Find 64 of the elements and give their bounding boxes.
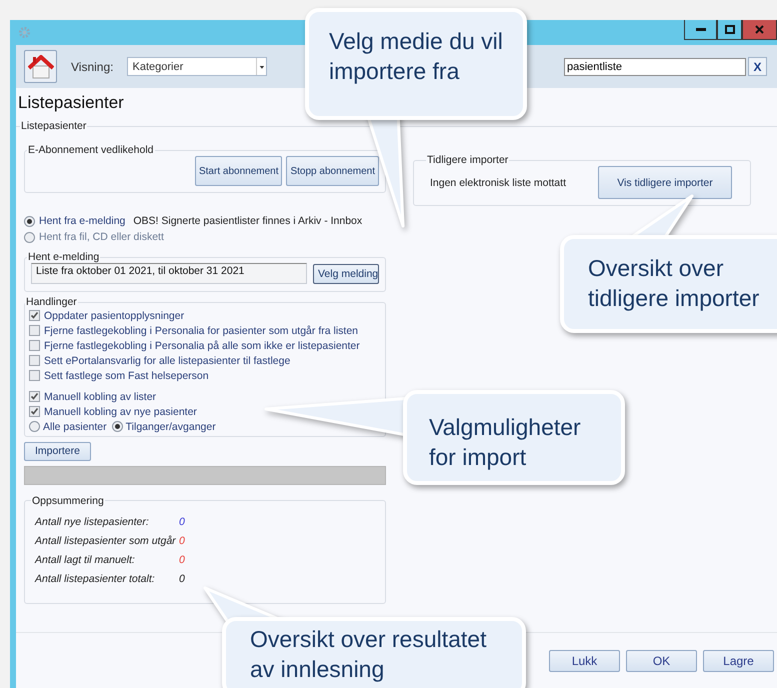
previous-imports-button[interactable]: Vis tidligere importer (598, 166, 732, 199)
checkbox-label[interactable]: Sett fastlege som Fast helseperson (44, 370, 209, 382)
callout-text: Oversikt over resultatet av innlesning (250, 626, 486, 682)
choose-message-button[interactable]: Velg melding (313, 264, 379, 284)
callout-text: Oversikt over tidligere importer (588, 255, 760, 311)
radio-button[interactable] (29, 421, 40, 432)
home-button[interactable] (24, 50, 57, 83)
radio-label[interactable]: Alle pasienter (43, 420, 107, 432)
group-title: Listepasienter (20, 120, 88, 132)
checkbox[interactable] (29, 310, 40, 321)
checkbox[interactable] (29, 391, 40, 402)
dialog-button[interactable]: Lukk (549, 650, 620, 672)
checkbox[interactable] (29, 370, 40, 381)
message-field[interactable]: Liste fra oktober 01 2021, til oktober 31 2021 (31, 263, 307, 284)
group-title: Tidligere importer (426, 154, 510, 166)
close-button[interactable] (742, 20, 777, 40)
gear-icon (18, 26, 31, 39)
summary-label: Antall listepasienter som utgår (35, 535, 175, 547)
group-title: Oppsummering (31, 494, 105, 506)
minimize-icon (696, 28, 706, 31)
checkbox-label[interactable]: Sett ePortalansvarlig for alle listepasienter til fastlege (44, 354, 290, 366)
clear-search-button[interactable]: X (748, 57, 767, 76)
dropdown-caret-icon[interactable] (256, 58, 266, 75)
search-field[interactable]: pasientliste (564, 58, 746, 76)
import-button[interactable]: Importere (24, 442, 91, 460)
summary-label: Antall nye listepasienter: (35, 516, 150, 528)
group-title: E-Abonnement vedlikehold (27, 144, 154, 156)
maximize-icon (724, 25, 734, 34)
group-title: Handlinger (25, 296, 78, 308)
close-icon (755, 25, 764, 34)
callout-text: Valgmuligheter for import (429, 414, 581, 470)
radio-button[interactable] (24, 216, 35, 226)
summary-label: Antall listepasienter totalt: (35, 573, 156, 585)
subscription-button[interactable]: Stopp abonnement (286, 156, 379, 186)
view-dropdown[interactable]: Kategorier (127, 57, 268, 76)
radio-label[interactable]: Hent fra e-melding (39, 215, 126, 227)
checkbox-label[interactable]: Oppdater pasientopplysninger (44, 310, 184, 322)
summary-label: Antall lagt til manuelt: (35, 554, 136, 566)
maximize-button[interactable] (717, 20, 742, 40)
minimize-button[interactable] (684, 20, 717, 40)
page-heading: Listepasienter (17, 92, 125, 114)
checkbox-label[interactable]: Manuell kobling av lister (44, 390, 156, 402)
radio-button[interactable] (112, 421, 123, 432)
summary-value: 0 (179, 535, 185, 547)
group-title: Hent e-melding (27, 251, 100, 263)
subscription-button[interactable]: Start abonnement (194, 156, 282, 186)
callout-text: Velg medie du vil importere fra (329, 28, 503, 84)
checkbox-label[interactable]: Fjerne fastlegekobling i Personalia på alle som ikke er listepasienter (44, 340, 360, 352)
dialog-button[interactable]: Lagre (703, 650, 774, 672)
checkbox[interactable] (29, 340, 40, 351)
dialog-button[interactable]: OK (626, 650, 697, 672)
summary-value: 0 (179, 516, 185, 528)
notice-text: OBS! Signerte pasientlister finnes i Arkiv - Innbox (133, 215, 362, 227)
radio-label[interactable]: Tilganger/avganger (126, 420, 216, 432)
status-text: Ingen elektronisk liste mottatt (430, 176, 566, 188)
view-label: Visning: (71, 60, 114, 74)
summary-value: 0 (179, 554, 185, 566)
house-icon (28, 54, 54, 78)
checkbox-label[interactable]: Fjerne fastlegekobling i Personalia for pasienter som utgår fra listen (44, 324, 358, 336)
checkbox[interactable] (29, 406, 40, 417)
checkbox-label[interactable]: Manuell kobling av nye pasienter (44, 406, 197, 418)
checkbox[interactable] (29, 355, 40, 366)
summary-value: 0 (179, 573, 185, 585)
checkbox[interactable] (29, 325, 40, 336)
